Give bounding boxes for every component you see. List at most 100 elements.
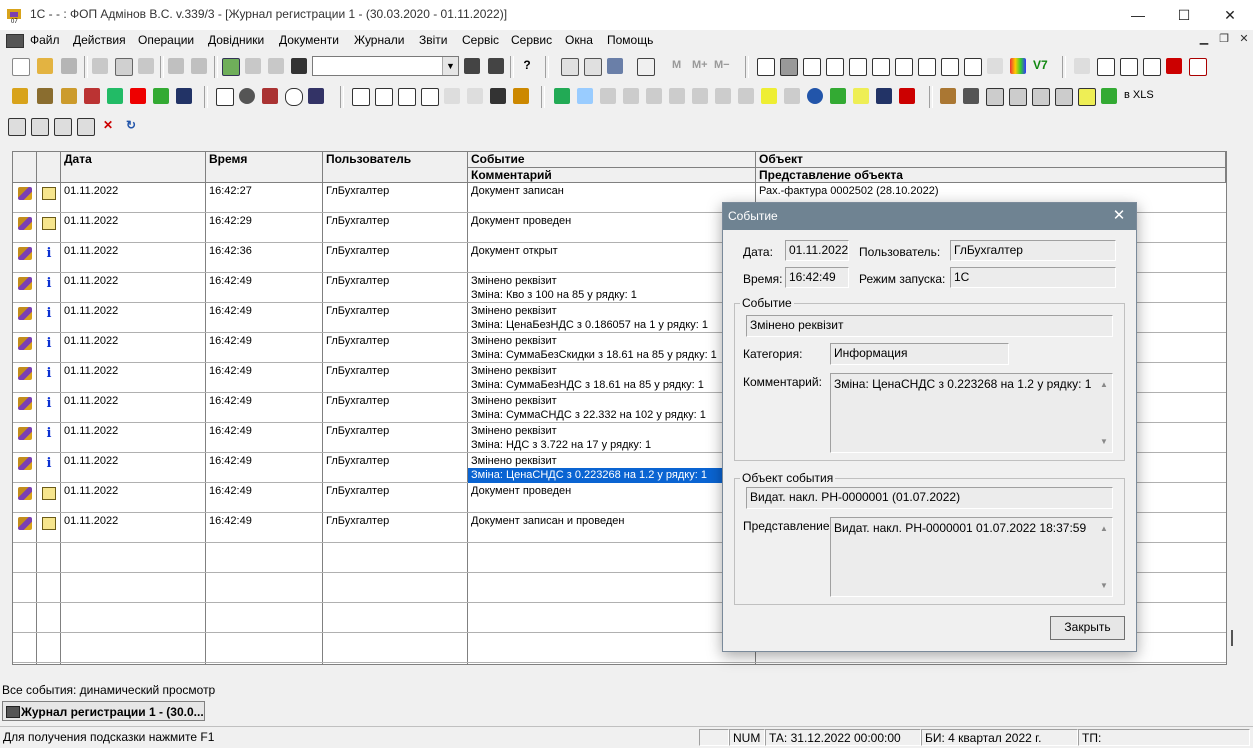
alert-icon[interactable] xyxy=(130,88,146,104)
redo-icon[interactable] xyxy=(268,58,284,74)
list-icon[interactable] xyxy=(352,88,370,106)
category-field[interactable]: Информация xyxy=(830,343,1009,365)
report3-icon[interactable] xyxy=(176,88,192,104)
maximize-button[interactable]: ☐ xyxy=(1161,0,1207,30)
forward-icon[interactable] xyxy=(1166,58,1182,74)
text2-icon[interactable] xyxy=(895,58,913,76)
close-button[interactable]: Закрыть xyxy=(1050,616,1125,640)
filter2-icon[interactable] xyxy=(54,118,72,136)
hash-icon[interactable] xyxy=(669,88,685,104)
save-icon[interactable] xyxy=(61,58,77,74)
menu-documents[interactable]: Документи xyxy=(279,33,339,47)
text3-icon[interactable] xyxy=(918,58,936,76)
ledger-icon[interactable] xyxy=(84,88,100,104)
n2-icon[interactable] xyxy=(738,88,754,104)
undo-icon[interactable] xyxy=(245,58,261,74)
grid-icon[interactable] xyxy=(780,58,798,76)
table-icon[interactable] xyxy=(757,58,775,76)
clear-filter-icon[interactable]: ✕ xyxy=(100,118,116,134)
cut-icon[interactable] xyxy=(92,58,108,74)
window2-icon[interactable] xyxy=(1143,58,1161,76)
event-field[interactable]: Змінено реквізит xyxy=(746,315,1113,337)
wave-icon[interactable] xyxy=(692,88,708,104)
book-icon[interactable] xyxy=(637,58,655,76)
dialog-title-bar[interactable]: Событие xyxy=(723,203,1136,230)
to-xls-button[interactable]: в XLS xyxy=(1124,89,1154,101)
chevron-down-icon[interactable]: ▼ xyxy=(442,57,458,75)
date-header[interactable]: Дата xyxy=(61,152,206,183)
print-preview-icon[interactable] xyxy=(191,58,207,74)
invoice2-icon[interactable] xyxy=(398,88,416,106)
user-field[interactable]: ГлБухгалтер xyxy=(950,240,1116,261)
books-icon[interactable] xyxy=(37,88,53,104)
comment-scrollbar[interactable]: ▲ ▼ xyxy=(1097,375,1111,451)
moon-icon[interactable] xyxy=(285,88,303,106)
menu-reports[interactable]: Звіти xyxy=(419,33,448,47)
help-question-icon[interactable]: ? xyxy=(519,58,535,74)
copy2-icon[interactable] xyxy=(577,88,593,104)
divide-icon[interactable] xyxy=(646,88,662,104)
menu-references[interactable]: Довідники xyxy=(208,33,264,47)
n-icon[interactable] xyxy=(715,88,731,104)
doc-icon[interactable] xyxy=(467,88,483,104)
find-next-icon[interactable] xyxy=(464,58,480,74)
ua-doc-icon[interactable] xyxy=(216,88,234,106)
search2-icon[interactable] xyxy=(513,88,529,104)
scroll-up-icon[interactable]: ▲ xyxy=(1100,521,1108,536)
mdi-minimize-button[interactable]: ▁ xyxy=(1196,32,1212,47)
menu-operations[interactable]: Операции xyxy=(138,33,194,47)
copy-icon[interactable] xyxy=(115,58,133,76)
draw-icon[interactable] xyxy=(987,58,1003,74)
mode-field[interactable]: 1С xyxy=(950,267,1116,288)
chart-icon[interactable] xyxy=(964,58,982,76)
refresh-icon[interactable]: ↻ xyxy=(123,118,139,134)
edit-pen-icon[interactable] xyxy=(607,58,623,74)
menu-service-ua[interactable]: Сервіс xyxy=(462,33,499,47)
memory-m-button[interactable]: M xyxy=(672,59,681,71)
screen-icon[interactable] xyxy=(1055,88,1073,106)
open-folder-icon[interactable] xyxy=(37,58,53,74)
time-header[interactable]: Время xyxy=(206,152,323,183)
find-binoculars-icon[interactable] xyxy=(291,58,307,74)
filter-icon[interactable] xyxy=(107,88,123,104)
menu-windows[interactable]: Окна xyxy=(565,33,593,47)
report-icon[interactable] xyxy=(849,58,867,76)
exit-icon[interactable] xyxy=(1189,58,1207,76)
minimize-button[interactable]: — xyxy=(1115,0,1161,30)
archive-icon[interactable] xyxy=(853,88,869,104)
dm-icon[interactable] xyxy=(262,88,278,104)
object-field[interactable]: Видат. накл. РН-0000001 (01.07.2022) xyxy=(746,487,1113,509)
cash-icon[interactable] xyxy=(784,88,800,104)
scroll-up-icon[interactable]: ▲ xyxy=(1100,377,1108,392)
v7-button[interactable]: V7 xyxy=(1033,58,1048,72)
repr-scrollbar[interactable]: ▲ ▼ xyxy=(1097,519,1111,595)
globe-icon[interactable] xyxy=(807,88,823,104)
persons-icon[interactable] xyxy=(963,88,979,104)
window-icon[interactable] xyxy=(1097,58,1115,76)
report2-icon[interactable] xyxy=(153,88,169,104)
menu-file[interactable]: Файл xyxy=(30,33,60,47)
rainbow-icon[interactable] xyxy=(1010,58,1026,74)
mdi-close-button[interactable]: ✕ xyxy=(1236,32,1252,47)
forward2-icon[interactable] xyxy=(899,88,915,104)
time-field[interactable]: 16:42:49 xyxy=(785,267,849,288)
event-header[interactable]: Событие xyxy=(468,152,756,168)
properties-icon[interactable] xyxy=(8,118,26,136)
journal-window-tab[interactable]: Журнал регистрации 1 - (30.0... xyxy=(2,701,205,721)
export-icon[interactable] xyxy=(830,88,846,104)
label-icon[interactable] xyxy=(761,88,777,104)
menu-help[interactable]: Помощь xyxy=(607,33,653,47)
journal-icon[interactable] xyxy=(12,88,28,104)
calendar-icon[interactable] xyxy=(584,58,602,76)
sheet-icon[interactable] xyxy=(803,58,821,76)
object-header[interactable]: Объект xyxy=(756,152,1226,168)
user-header[interactable]: Пользователь xyxy=(323,152,468,183)
scroll-down-icon[interactable]: ▼ xyxy=(1100,578,1108,593)
sheet2-icon[interactable] xyxy=(826,58,844,76)
minus-icon[interactable] xyxy=(623,88,639,104)
excel-icon[interactable] xyxy=(1101,88,1117,104)
comment-header[interactable]: Комментарий xyxy=(468,168,756,183)
memory-plus-button[interactable]: M+ xyxy=(692,59,708,71)
folder-icon[interactable] xyxy=(61,88,77,104)
search-combo[interactable]: ▼ xyxy=(312,56,459,76)
